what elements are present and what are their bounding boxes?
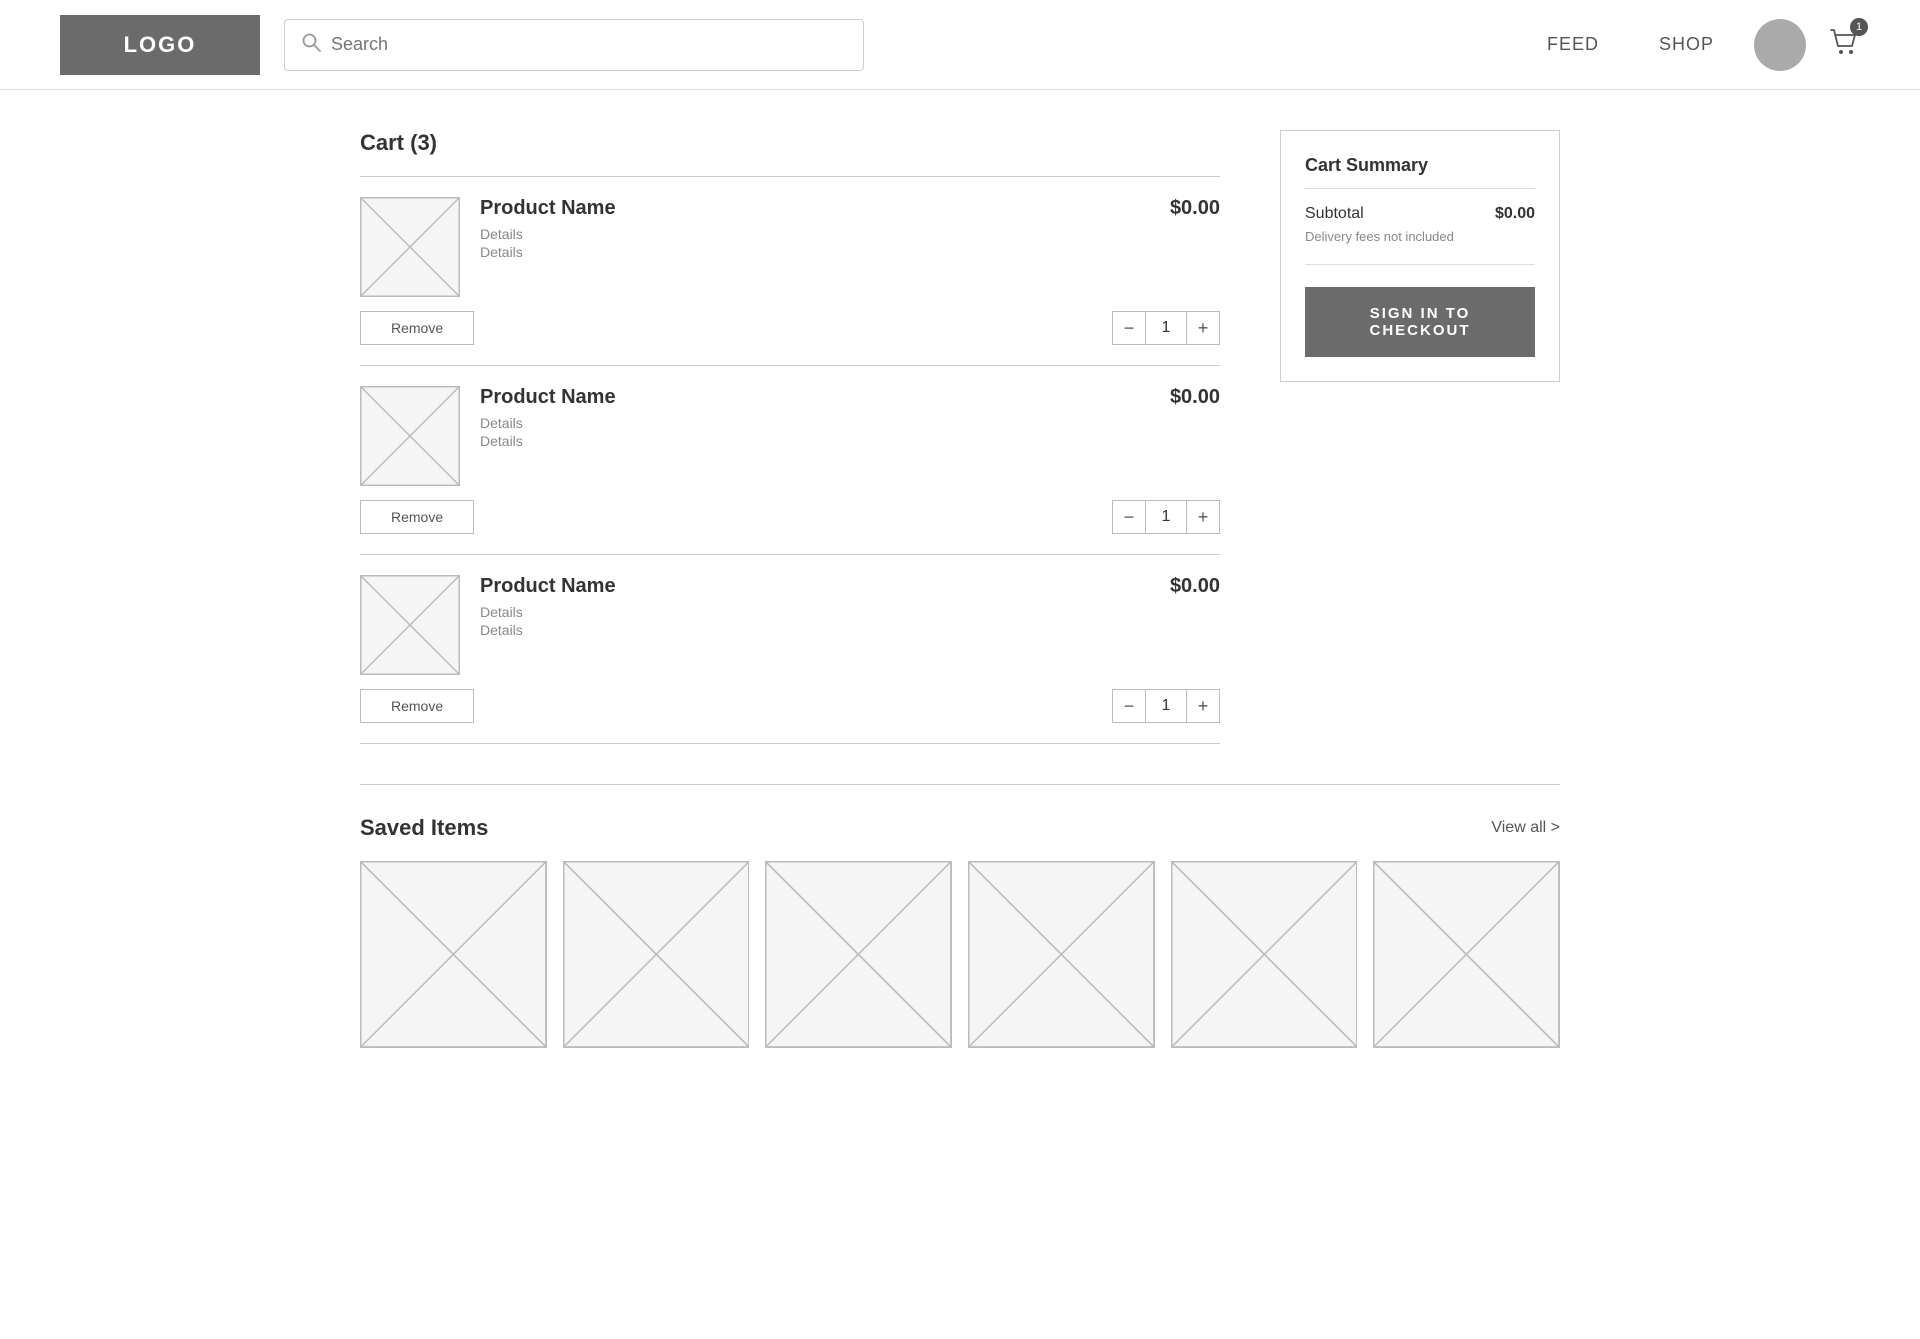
product-detail-2: Details — [480, 433, 1150, 449]
summary-divider — [1305, 264, 1535, 265]
cart-item: Product Name Details Details $0.00 Remov… — [360, 366, 1220, 555]
qty-increase-button[interactable]: + — [1186, 500, 1220, 534]
qty-increase-button[interactable]: + — [1186, 689, 1220, 723]
delivery-note: Delivery fees not included — [1305, 229, 1535, 244]
subtotal-label: Subtotal — [1305, 205, 1364, 223]
nav-links: FEED SHOP — [1547, 34, 1714, 55]
summary-title: Cart Summary — [1305, 155, 1535, 189]
product-name: Product Name — [480, 197, 1150, 220]
cart-icon-wrap[interactable]: 1 — [1826, 24, 1860, 65]
cart-item: Product Name Details Details $0.00 Remov… — [360, 177, 1220, 366]
product-detail-2: Details — [480, 622, 1150, 638]
search-bar — [284, 19, 864, 71]
saved-item[interactable] — [563, 861, 750, 1048]
product-info: Product Name Details Details — [480, 197, 1150, 262]
main-content: Cart (3) Product Name Details D — [300, 90, 1620, 784]
product-detail-1: Details — [480, 604, 1150, 620]
remove-button[interactable]: Remove — [360, 500, 474, 534]
saved-items-grid — [360, 861, 1560, 1048]
view-all-link[interactable]: View all > — [1491, 819, 1560, 837]
saved-item[interactable] — [968, 861, 1155, 1048]
cart-summary: Cart Summary Subtotal $0.00 Delivery fee… — [1280, 130, 1560, 744]
nav-feed[interactable]: FEED — [1547, 34, 1599, 55]
product-info: Product Name Details Details — [480, 386, 1150, 451]
summary-box: Cart Summary Subtotal $0.00 Delivery fee… — [1280, 130, 1560, 382]
product-detail-1: Details — [480, 226, 1150, 242]
product-price: $0.00 — [1170, 197, 1220, 220]
qty-value: 1 — [1146, 689, 1186, 723]
cart-badge: 1 — [1850, 18, 1868, 36]
product-detail-1: Details — [480, 415, 1150, 431]
product-image — [360, 575, 460, 675]
logo-text: LOGO — [124, 32, 197, 58]
search-icon — [301, 32, 321, 57]
cart-section: Cart (3) Product Name Details D — [360, 130, 1220, 744]
saved-item[interactable] — [1373, 861, 1560, 1048]
nav-shop[interactable]: SHOP — [1659, 34, 1714, 55]
saved-item[interactable] — [1171, 861, 1358, 1048]
product-price: $0.00 — [1170, 386, 1220, 409]
product-name: Product Name — [480, 575, 1150, 598]
cart-title: Cart (3) — [360, 130, 1220, 156]
search-input[interactable] — [331, 34, 847, 55]
remove-button[interactable]: Remove — [360, 311, 474, 345]
saved-item[interactable] — [765, 861, 952, 1048]
qty-value: 1 — [1146, 311, 1186, 345]
qty-controls: − 1 + — [1112, 500, 1220, 534]
product-image — [360, 197, 460, 297]
product-info: Product Name Details Details — [480, 575, 1150, 640]
logo[interactable]: LOGO — [60, 15, 260, 75]
qty-value: 1 — [1146, 500, 1186, 534]
header: LOGO FEED SHOP 1 — [0, 0, 1920, 90]
product-detail-2: Details — [480, 244, 1150, 260]
cart-items: Product Name Details Details $0.00 Remov… — [360, 176, 1220, 744]
product-price: $0.00 — [1170, 575, 1220, 598]
saved-title: Saved Items — [360, 815, 488, 841]
qty-decrease-button[interactable]: − — [1112, 311, 1146, 345]
subtotal-value: $0.00 — [1495, 205, 1535, 223]
product-name: Product Name — [480, 386, 1150, 409]
saved-section: Saved Items View all > — [300, 784, 1620, 1108]
remove-button[interactable]: Remove — [360, 689, 474, 723]
cart-item: Product Name Details Details $0.00 Remov… — [360, 555, 1220, 744]
avatar[interactable] — [1754, 19, 1806, 71]
qty-controls: − 1 + — [1112, 311, 1220, 345]
product-image — [360, 386, 460, 486]
saved-item[interactable] — [360, 861, 547, 1048]
saved-header: Saved Items View all > — [360, 784, 1560, 841]
header-icons: 1 — [1754, 19, 1860, 71]
qty-controls: − 1 + — [1112, 689, 1220, 723]
checkout-button[interactable]: SIGN IN TO CHECKOUT — [1305, 287, 1535, 357]
qty-increase-button[interactable]: + — [1186, 311, 1220, 345]
qty-decrease-button[interactable]: − — [1112, 500, 1146, 534]
qty-decrease-button[interactable]: − — [1112, 689, 1146, 723]
summary-subtotal-row: Subtotal $0.00 — [1305, 205, 1535, 223]
